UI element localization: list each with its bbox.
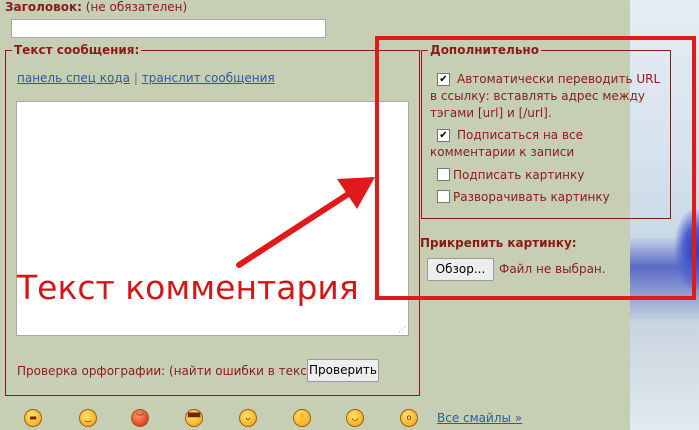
title-row: Заголовок: (не обязателен): [5, 0, 187, 14]
annotation-text: Текст комментария: [17, 268, 359, 307]
all-smileys-link[interactable]: Все смайлы »: [437, 411, 522, 425]
surprised-smiley-icon[interactable]: o: [400, 409, 418, 427]
message-toolbar: панель спец кода | транслит сообщения: [17, 71, 275, 85]
message-legend: Текст сообщения:: [14, 43, 140, 57]
resize-handle-icon[interactable]: ⋰: [398, 325, 406, 334]
sunglasses-smiley-icon[interactable]: ▀▀: [185, 409, 203, 427]
smile-smiley-icon[interactable]: ‿: [79, 409, 97, 427]
title-label: Заголовок:: [5, 0, 82, 14]
annotation-arrow-icon: [236, 177, 375, 268]
spellcheck-text: Проверка орфографии: (найти ошибки в тек…: [17, 364, 326, 378]
check-spelling-button[interactable]: Проверить: [307, 359, 379, 382]
link-separator: |: [133, 71, 138, 85]
title-input[interactable]: [11, 19, 326, 38]
angry-smiley-icon[interactable]: ︶: [131, 409, 149, 427]
happy-smiley-icon[interactable]: ◡: [346, 409, 364, 427]
title-hint: (не обязателен): [85, 0, 188, 14]
wave-smiley-icon[interactable]: ✋: [293, 409, 311, 427]
transliterate-link[interactable]: транслит сообщения: [142, 71, 275, 85]
highlight-box: [375, 36, 696, 300]
tongue-smiley-icon[interactable]: ᴗ: [239, 409, 257, 427]
grin-teeth-smiley-icon[interactable]: ▬: [24, 409, 42, 427]
special-code-panel-link[interactable]: панель спец кода: [17, 71, 130, 85]
